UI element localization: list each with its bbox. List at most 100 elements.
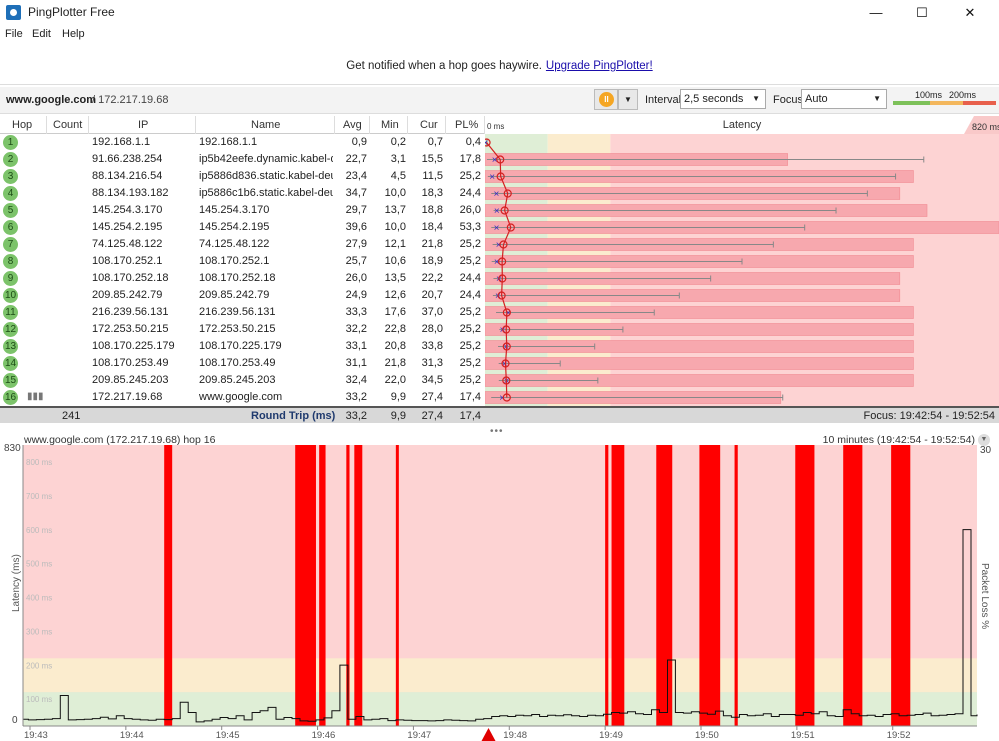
pause-button[interactable]: II: [594, 89, 618, 110]
table-row[interactable]: 11123216.239.56.131216.239.56.13133,317,…: [0, 304, 597, 321]
packet-loss-bar: [656, 445, 673, 726]
packet-loss-bar: [734, 445, 738, 726]
interval-value: 2,5 seconds: [684, 93, 744, 105]
x-tick-label: 19:50: [695, 730, 719, 741]
y2-axis-label: Packet Loss %: [979, 563, 990, 630]
summary-count: 241: [62, 410, 81, 422]
hop-number: 10: [3, 288, 18, 303]
bar-chart-icon[interactable]: ▮▮▮: [27, 391, 44, 402]
packet-loss-bar: [605, 445, 609, 726]
menu-file[interactable]: File: [5, 28, 23, 40]
cell-cur: 34,5: [421, 374, 443, 386]
menu-help[interactable]: Help: [62, 28, 85, 40]
cell-ip: 192.168.1.1: [92, 136, 151, 148]
col-hop[interactable]: Hop: [12, 119, 32, 131]
cell-avg: 31,1: [345, 357, 367, 369]
legend-100ms: 100ms: [915, 90, 943, 100]
cell-min: 9,9: [390, 391, 406, 403]
table-row[interactable]: 5123145.254.3.170145.254.3.17029,713,718…: [0, 202, 597, 219]
cell-avg: 33,2: [345, 391, 367, 403]
table-row[interactable]: 312388.134.216.54ip5886d836.static.kabel…: [0, 168, 597, 185]
cell-avg: 39,6: [345, 221, 367, 233]
cell-cur: 33,8: [421, 340, 443, 352]
hop-number: 4: [3, 186, 18, 201]
cell-avg: 25,7: [345, 255, 367, 267]
x-tick-label: 19:44: [120, 730, 144, 741]
grid-label: 500 ms: [26, 560, 52, 569]
col-name[interactable]: Name: [251, 119, 280, 131]
cell-cur: 18,8: [421, 204, 443, 216]
cell-min: 22,0: [384, 374, 406, 386]
cell-pl: 25,2: [459, 374, 481, 386]
packet-loss-bar: [891, 445, 911, 726]
cell-cur: 18,3: [421, 187, 443, 199]
table-row[interactable]: 16▮▮▮241172.217.19.68www.google.com33,29…: [0, 389, 597, 406]
cell-avg: 22,7: [345, 153, 367, 165]
current-marker: ×: [494, 206, 500, 217]
minimize-button[interactable]: —: [853, 0, 899, 25]
cell-pl: 26,0: [459, 204, 481, 216]
table-row[interactable]: 12123172.253.50.215172.253.50.21532,222,…: [0, 321, 597, 338]
hop-number: 16: [3, 390, 18, 405]
table-row[interactable]: 224291.66.238.254ip5b42eefe.dynamic.kabe…: [0, 151, 597, 168]
y-axis-max: 830: [4, 443, 21, 454]
cell-ip: 172.253.50.215: [92, 323, 169, 335]
grid-label: 800 ms: [26, 458, 52, 467]
table-row[interactable]: 412388.134.193.182ip5886c1b6.static.kabe…: [0, 185, 597, 202]
table-row[interactable]: 14123108.170.253.49108.170.253.4931,121,…: [0, 355, 597, 372]
col-count[interactable]: Count: [53, 119, 82, 131]
table-row[interactable]: 1242192.168.1.1192.168.1.10,90,20,70,4: [0, 134, 597, 151]
col-min[interactable]: Min: [381, 119, 399, 131]
cell-ip: 108.170.253.49: [92, 357, 169, 369]
interval-select[interactable]: 2,5 seconds ▼: [680, 89, 766, 109]
summary-cur: 27,4: [421, 410, 443, 422]
col-ip[interactable]: IP: [138, 119, 148, 131]
table-row[interactable]: 10123209.85.242.79209.85.242.7924,912,62…: [0, 287, 597, 304]
upgrade-link[interactable]: Upgrade PingPlotter!: [546, 60, 653, 72]
grid-label: 700 ms: [26, 492, 52, 501]
table-row[interactable]: 6122145.254.2.195145.254.2.19539,610,018…: [0, 219, 597, 236]
col-avg[interactable]: Avg: [343, 119, 362, 131]
col-pl[interactable]: PL%: [455, 119, 478, 131]
hop-number: 1: [3, 135, 18, 150]
x-tick-label: 19:46: [312, 730, 336, 741]
table-row[interactable]: 15123209.85.245.203209.85.245.20332,422,…: [0, 372, 597, 389]
banner-text: Get notified when a hop goes haywire.: [346, 60, 542, 72]
table-row[interactable]: 712374.125.48.12274.125.48.12227,912,121…: [0, 236, 597, 253]
latency-legend-bar: [893, 101, 996, 105]
hop-number: 3: [3, 169, 18, 184]
latency-timeline-graph[interactable]: 800 ms 700 ms 600 ms 500 ms 400 ms 300 ms 200 …: [0, 440, 999, 741]
cell-name: ip5886c1b6.static.kabel-deut: [199, 187, 333, 199]
cell-pl: 25,2: [459, 255, 481, 267]
cell-name: 216.239.56.131: [199, 306, 276, 318]
hop-latency-graph: 0 ms Latency 820 ms××××××××××××××××: [485, 116, 999, 406]
focus-marker-icon[interactable]: [481, 728, 496, 741]
chevron-down-icon: ▼: [873, 94, 881, 103]
panel-splitter[interactable]: •••: [490, 426, 504, 437]
table-row[interactable]: 8123108.170.252.1108.170.252.125,710,618…: [0, 253, 597, 270]
cell-pl: 17,8: [459, 153, 481, 165]
cell-avg: 26,0: [345, 272, 367, 284]
hop-number: 8: [3, 254, 18, 269]
table-row[interactable]: 13123108.170.225.179108.170.225.17933,12…: [0, 338, 597, 355]
cell-avg: 33,3: [345, 306, 367, 318]
x-tick-label: 19:52: [887, 730, 911, 741]
cell-pl: 25,2: [459, 323, 481, 335]
cell-name: ip5b42eefe.dynamic.kabel-de: [199, 153, 333, 165]
maximize-button[interactable]: ☐: [899, 0, 945, 25]
menu-edit[interactable]: Edit: [32, 28, 51, 40]
cell-avg: 32,2: [345, 323, 367, 335]
focus-select[interactable]: Auto ▼: [801, 89, 887, 109]
x-tick-label: 19:47: [407, 730, 431, 741]
packet-loss-bar: [319, 445, 326, 726]
cell-name: 145.254.3.170: [199, 204, 270, 216]
hop-number: 15: [3, 373, 18, 388]
cell-name: 192.168.1.1: [199, 136, 258, 148]
table-row[interactable]: 9123108.170.252.18108.170.252.1826,013,5…: [0, 270, 597, 287]
col-cur[interactable]: Cur: [420, 119, 438, 131]
pause-dropdown-button[interactable]: ▼: [618, 89, 638, 110]
cell-cur: 31,3: [421, 357, 443, 369]
close-button[interactable]: ✕: [947, 0, 993, 25]
latency-min-label: 0 ms: [487, 122, 504, 131]
cell-name: 74.125.48.122: [199, 238, 270, 250]
